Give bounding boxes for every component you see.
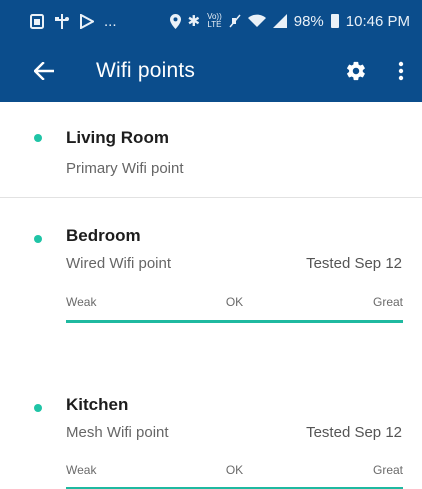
back-button[interactable] [14,46,74,96]
scale-great-label: Great [372,295,403,309]
scale-weak-label: Weak [66,295,97,309]
battery-percent: 98% [293,12,324,30]
tested-date: Tested Sep 12 [306,424,402,441]
page-title: Wifi points [96,59,196,82]
signal-strength-fill [66,320,403,323]
overflow-menu-button[interactable] [386,46,416,96]
scale-ok-label: OK [225,295,244,309]
mute-icon [229,14,241,28]
signal-scale: Weak OK Great [66,295,403,309]
wifi-point-name: Living Room [66,128,169,147]
more-vert-icon [398,61,404,81]
wifi-point-type: Primary Wifi point [66,160,184,177]
bluetooth-icon: ✱ [187,13,201,30]
more-notifications-text: ... [104,12,117,30]
scale-weak-label: Weak [66,463,97,477]
wifi-point-type: Mesh Wifi point [66,424,169,441]
volte-icon: Vo)) LTE [207,12,222,29]
clock: 10:46 PM [345,12,410,30]
signal-scale: Weak OK Great [66,463,403,477]
screenshot-notification-icon [30,13,44,29]
status-notifications: ... [30,13,117,30]
wifi-point-type: Wired Wifi point [66,255,172,272]
tested-date: Tested Sep 12 [306,255,402,272]
status-dot [34,404,42,412]
location-icon [169,13,181,29]
toolbar: Wifi points [0,46,422,96]
wifi-icon [247,14,266,27]
usb-icon [55,13,69,29]
gear-icon [347,61,365,81]
list-item-bedroom[interactable]: Bedroom Wired Wifi point Tested Sep 12 W… [0,198,422,348]
cell-signal-icon [272,14,287,28]
battery-icon [330,14,339,28]
status-dot [34,235,42,243]
status-bar: ... ✱ Vo)) LTE 98% 10:46 PM [0,0,422,42]
settings-button[interactable] [334,46,378,96]
wifi-point-name: Bedroom [66,226,141,245]
status-indicators: ✱ Vo)) LTE 98% 10:46 PM [169,12,410,30]
scale-ok-label: OK [225,463,244,477]
list-item-living-room[interactable]: Living Room Primary Wifi point [0,102,422,197]
list-item-kitchen[interactable]: Kitchen Mesh Wifi point Tested Sep 12 We… [0,368,422,489]
arrow-back-icon [34,62,54,80]
status-dot [34,134,42,142]
app-bar: ... ✱ Vo)) LTE 98% 10:46 PM Wifi points [0,0,422,102]
signal-strength-bar [66,320,403,323]
wifi-point-name: Kitchen [66,395,129,414]
scale-great-label: Great [372,463,403,477]
play-store-icon [80,13,94,29]
